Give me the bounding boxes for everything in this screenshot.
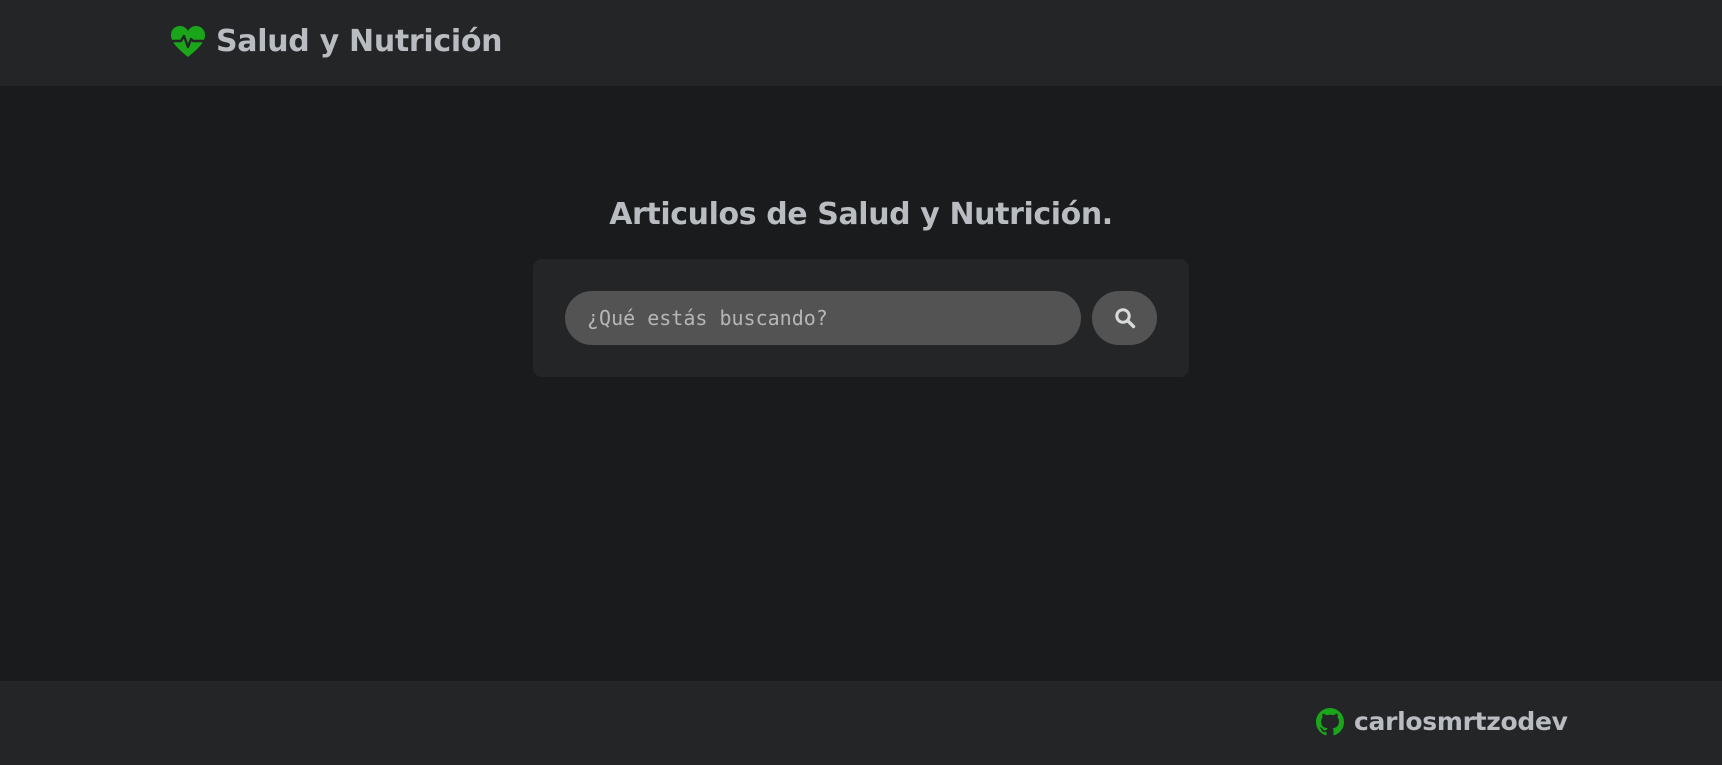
- github-icon: [1316, 707, 1344, 735]
- page-title: Articulos de Salud y Nutrición.: [609, 197, 1113, 232]
- search-input[interactable]: [565, 291, 1081, 345]
- search-icon: [1114, 308, 1135, 329]
- top-navbar: Salud y Nutrición: [0, 0, 1722, 86]
- brand-link[interactable]: Salud y Nutrición: [170, 24, 503, 59]
- search-card: [533, 259, 1189, 377]
- github-username: carlosmrtzodev: [1354, 707, 1568, 736]
- search-button[interactable]: [1092, 291, 1157, 345]
- heart-pulse-icon: [170, 25, 206, 57]
- footer: carlosmrtzodev: [0, 681, 1722, 765]
- main-content: Articulos de Salud y Nutrición.: [0, 86, 1722, 681]
- brand-title: Salud y Nutrición: [216, 24, 503, 59]
- github-profile-link[interactable]: carlosmrtzodev: [1316, 707, 1568, 736]
